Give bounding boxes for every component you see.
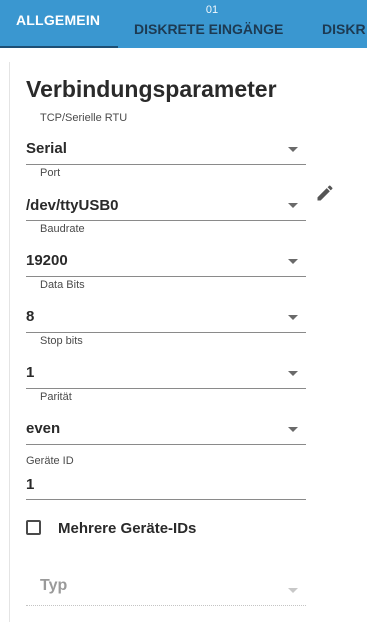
- baudrate-label: Baudrate: [40, 223, 85, 235]
- checkbox[interactable]: [26, 520, 41, 535]
- section-title: Verbindungsparameter: [26, 76, 277, 102]
- device-id-label: Geräte ID: [26, 455, 74, 467]
- stop-bits-label: Stop bits: [40, 335, 83, 347]
- panel-border: [9, 62, 10, 622]
- connection-type-select[interactable]: Serial: [26, 140, 67, 157]
- checkbox-label: Mehrere Geräte-IDs: [58, 520, 197, 537]
- chevron-down-icon[interactable]: [288, 588, 298, 593]
- field-underline: [26, 332, 306, 333]
- chevron-down-icon[interactable]: [288, 203, 298, 208]
- tab-diskr[interactable]: DISKR: [322, 0, 367, 48]
- field-underline: [26, 605, 306, 606]
- active-tab-indicator: [0, 46, 118, 48]
- device-id-input[interactable]: 1: [26, 476, 34, 493]
- chevron-down-icon[interactable]: [288, 427, 298, 432]
- typ-select[interactable]: Typ: [40, 577, 67, 595]
- stop-bits-select[interactable]: 1: [26, 364, 34, 381]
- tab-bar: ALLGEMEIN 01 DISKRETE EINGÄNGE DISKR: [0, 0, 367, 48]
- data-bits-select[interactable]: 8: [26, 308, 34, 325]
- tab-diskrete-eingaenge[interactable]: 01 DISKRETE EINGÄNGE: [118, 0, 306, 48]
- baudrate-select[interactable]: 19200: [26, 252, 68, 269]
- connection-type-label: TCP/Serielle RTU: [40, 112, 128, 124]
- data-bits-label: Data Bits: [40, 279, 85, 291]
- parity-select[interactable]: even: [26, 420, 60, 437]
- parity-label: Parität: [40, 391, 72, 403]
- field-underline: [26, 164, 306, 165]
- chevron-down-icon[interactable]: [288, 147, 298, 152]
- tab-badge: 01: [205, 4, 219, 16]
- chevron-down-icon[interactable]: [288, 371, 298, 376]
- pencil-icon[interactable]: [315, 183, 335, 203]
- tab-allgemein[interactable]: ALLGEMEIN: [0, 0, 118, 48]
- tab-label: DISKR: [322, 21, 366, 37]
- tab-label: ALLGEMEIN: [16, 12, 101, 28]
- field-underline: [26, 220, 306, 221]
- chevron-down-icon[interactable]: [288, 315, 298, 320]
- port-select[interactable]: /dev/ttyUSB0: [26, 197, 119, 214]
- tab-label: DISKRETE EINGÄNGE: [134, 21, 284, 37]
- field-underline: [26, 276, 306, 277]
- field-underline: [26, 499, 306, 500]
- field-underline: [26, 444, 306, 445]
- field-underline: [26, 388, 306, 389]
- chevron-down-icon[interactable]: [288, 259, 298, 264]
- port-label: Port: [40, 167, 61, 179]
